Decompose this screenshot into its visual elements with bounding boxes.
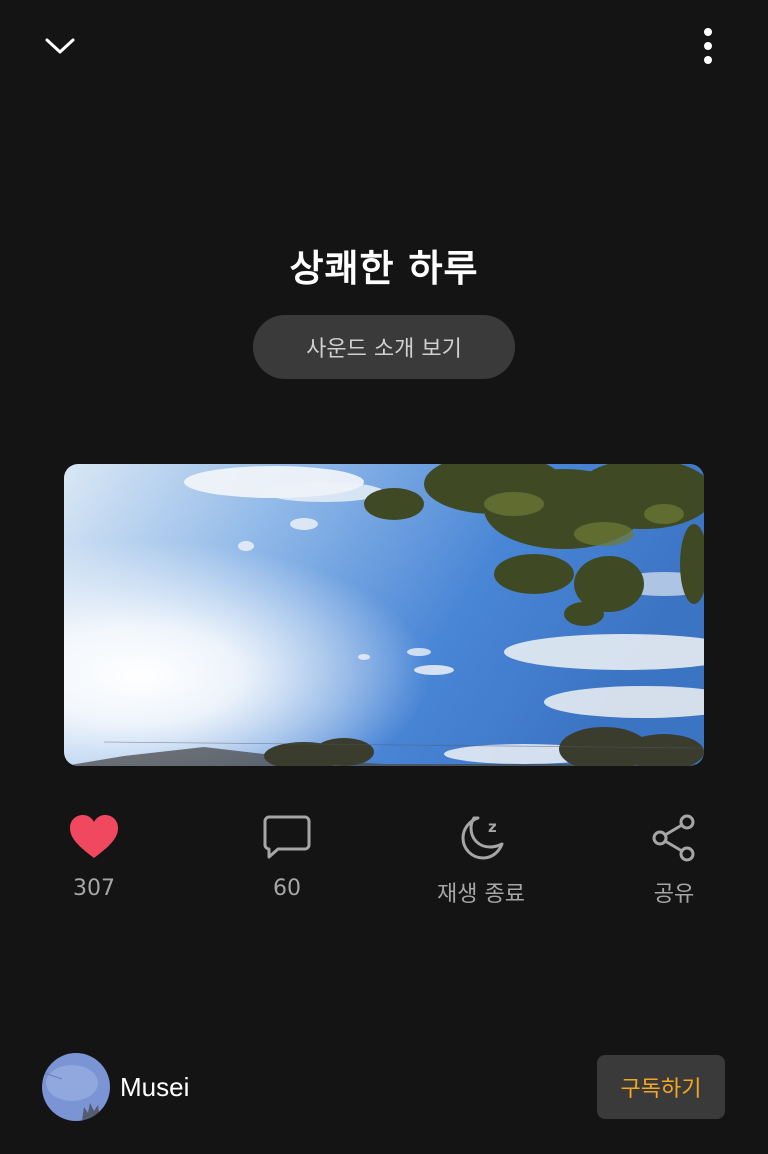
share-button[interactable]: 공유 (604, 810, 744, 908)
share-label: 공유 (653, 882, 695, 907)
creator-avatar[interactable] (42, 1053, 110, 1121)
action-bar: 307 60 z 재생 종료 공유 (0, 810, 768, 920)
more-options-button[interactable] (688, 22, 728, 70)
svg-text:z: z (488, 818, 497, 836)
share-icon (652, 814, 695, 862)
sleep-timer-button[interactable]: z 재생 종료 (411, 810, 551, 908)
avatar-image (42, 1053, 110, 1121)
comment-count: 60 (273, 876, 301, 901)
comment-button[interactable]: 60 (217, 810, 357, 901)
like-count: 307 (73, 876, 115, 901)
sky-photo (64, 464, 704, 766)
heart-icon (70, 815, 118, 858)
sleep-timer-label: 재생 종료 (437, 882, 525, 907)
subscribe-button[interactable]: 구독하기 (597, 1055, 725, 1119)
sound-title: 상쾌한 하루 (289, 247, 479, 290)
creator-name[interactable]: Musei (120, 1072, 189, 1103)
like-button[interactable]: 307 (24, 810, 164, 901)
more-vertical-icon (704, 28, 712, 64)
comment-icon (263, 815, 311, 859)
moon-sleep-icon: z (461, 816, 504, 860)
creator-info: Musei (42, 1053, 189, 1121)
chevron-down-icon (45, 38, 75, 54)
sound-cover-image (64, 464, 704, 766)
collapse-button[interactable] (36, 22, 84, 70)
sound-intro-button[interactable]: 사운드 소개 보기 (253, 315, 515, 379)
